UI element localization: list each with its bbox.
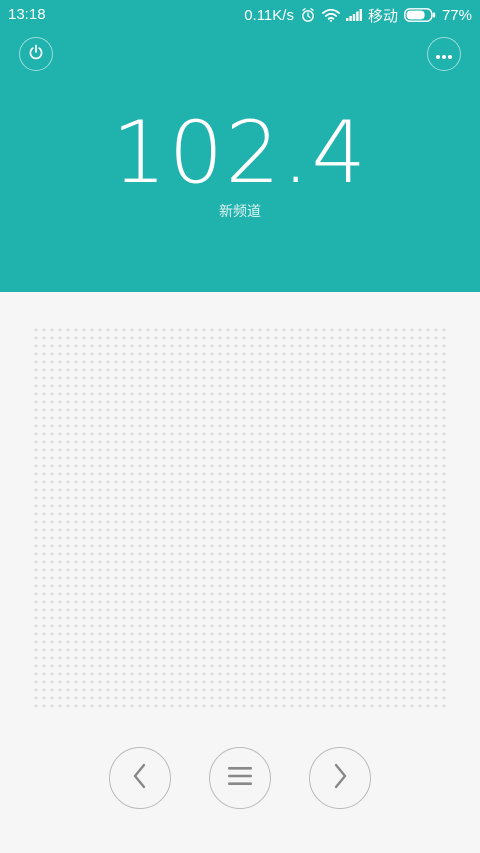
station-list-button[interactable]	[209, 747, 271, 809]
power-button[interactable]	[19, 37, 53, 71]
status-right: 0.11K/s 移动 77%	[244, 4, 472, 26]
signal-icon	[345, 9, 362, 21]
frequency-display: 102.4	[111, 103, 369, 203]
more-button[interactable]	[427, 37, 461, 71]
carrier-name: 移动	[367, 7, 398, 25]
battery-icon	[404, 8, 436, 22]
net-speed: 0.11K/s	[244, 6, 294, 24]
chevron-left-icon	[131, 762, 149, 794]
chevron-right-icon	[331, 762, 349, 794]
wifi-icon	[322, 8, 340, 22]
prev-station-button[interactable]	[109, 747, 171, 809]
header-panel: 13:18 0.11K/s 移动 77% 102.4 新频道	[0, 0, 480, 292]
next-station-button[interactable]	[309, 747, 371, 809]
alarm-icon	[300, 7, 316, 23]
dot-matrix-visualizer	[32, 326, 448, 712]
battery-percent: 77%	[441, 6, 472, 24]
menu-icon	[228, 766, 252, 790]
more-icon	[435, 45, 453, 64]
status-time: 13:18	[8, 6, 46, 23]
status-bar: 13:18 0.11K/s 移动 77%	[0, 0, 480, 30]
power-icon	[28, 44, 44, 64]
station-name: 新频道	[219, 204, 261, 220]
